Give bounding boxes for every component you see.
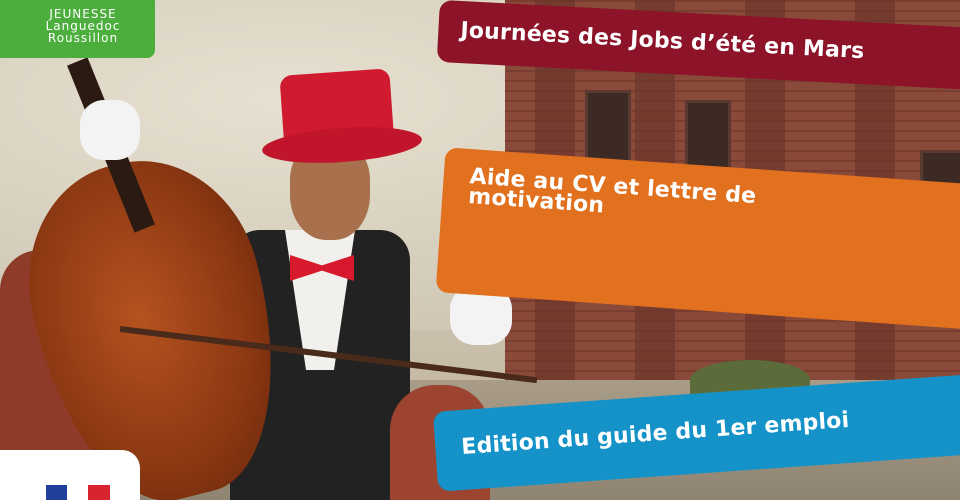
republic-logo (0, 450, 140, 500)
banner-aide-cv-text: Aide au CV et lettre de motivation (467, 164, 758, 219)
banner-guide-emploi-text: Edition du guide du 1er emploi (460, 407, 851, 460)
french-flag-icon (46, 485, 110, 500)
banner-jobs-ete-text: Journées des Jobs d’été en Mars (459, 18, 866, 65)
white-glove-left (80, 100, 140, 160)
jeunesse-logo[interactable]: JEUNESSE Languedoc Roussillon (0, 0, 155, 58)
logo-line-3: Roussillon (47, 31, 119, 45)
